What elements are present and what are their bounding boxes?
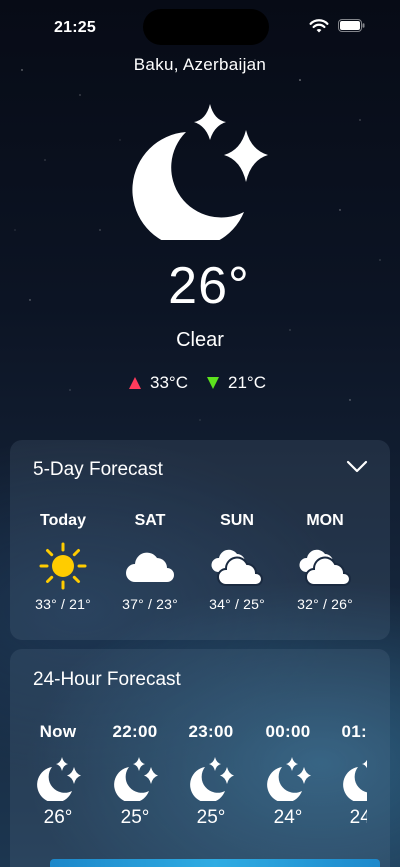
- high-low-temperatures: 33°C 21°C: [128, 372, 266, 394]
- forecast-day-name: Today: [40, 512, 86, 529]
- forecast-day: SUN 34° / 25°: [197, 510, 277, 612]
- low-temperature: 21°C: [227, 373, 266, 392]
- chevron-down-icon[interactable]: [346, 460, 368, 474]
- wifi-icon: [309, 19, 329, 33]
- hour-time: 23:00: [188, 722, 234, 741]
- hour-item: 22:00 25°: [105, 721, 165, 829]
- forecast-day: Today 33° / 21°: [23, 510, 103, 612]
- hourly-scroll-list[interactable]: Now 26° 22:00 25° 23:00 25° 00:00 24° 01…: [10, 649, 367, 867]
- hour-time: Now: [39, 722, 77, 741]
- hour-temperature: 26°: [43, 807, 73, 828]
- hour-time: 01:00: [341, 722, 368, 741]
- hour-temperature: 25°: [120, 807, 150, 828]
- forecast-day-name: SUN: [220, 512, 254, 529]
- hourly-forecast-card: 24-Hour Forecast Now 26° 22:00 25° 23:00: [10, 649, 390, 867]
- five-day-forecast-card: 5-Day Forecast Today 33° / 21° SAT 37° /…: [10, 440, 390, 640]
- hour-time: 22:00: [112, 722, 158, 741]
- high-temperature: 33°C: [150, 373, 188, 392]
- moon-stars-icon: [343, 759, 367, 801]
- status-bar: 21:25: [0, 0, 400, 54]
- moon-stars-icon: [114, 757, 158, 801]
- hour-time: 00:00: [265, 722, 311, 741]
- current-temperature: 26°: [168, 257, 250, 315]
- forecast-day-name: MON: [306, 512, 344, 529]
- forecast-day-name: SAT: [134, 512, 166, 529]
- hour-item: 00:00 24°: [258, 721, 318, 829]
- hour-item: 23:00 25°: [181, 721, 241, 829]
- forecast-day-range: 33° / 21°: [35, 596, 91, 612]
- bottom-accent-bar: [50, 859, 380, 867]
- forecast-day: MON 32° / 26°: [285, 510, 365, 612]
- five-day-forecast-title: 5-Day Forecast: [33, 459, 163, 480]
- cloud-icon: [126, 552, 174, 582]
- status-time: 21:25: [54, 19, 96, 36]
- forecast-day-range: 34° / 25°: [209, 596, 265, 612]
- moon-stars-icon: [132, 104, 268, 240]
- forecast-day-range: 32° / 26°: [297, 596, 353, 612]
- hour-item: Now 26°: [28, 721, 88, 829]
- moon-stars-icon: [190, 757, 234, 801]
- hour-temperature: 24°: [349, 807, 367, 828]
- forecast-day: SAT 37° / 23°: [110, 510, 190, 612]
- arrow-down-icon: [206, 377, 219, 389]
- moon-stars-icon: [267, 757, 311, 801]
- arrow-up-icon: [129, 377, 141, 389]
- current-condition: Clear: [176, 329, 224, 351]
- clouds-icon: [211, 549, 263, 586]
- hour-item: 01:00 24°: [334, 721, 367, 829]
- hour-temperature: 24°: [273, 807, 303, 828]
- forecast-day-range: 37° / 23°: [122, 596, 178, 612]
- battery-icon: [338, 19, 365, 32]
- moon-stars-icon: [37, 757, 81, 801]
- hour-temperature: 25°: [196, 807, 226, 828]
- clouds-icon: [299, 549, 351, 586]
- dynamic-island: [143, 9, 269, 45]
- sun-icon: [39, 542, 87, 590]
- location-label: Baku, Azerbaijan: [133, 55, 267, 74]
